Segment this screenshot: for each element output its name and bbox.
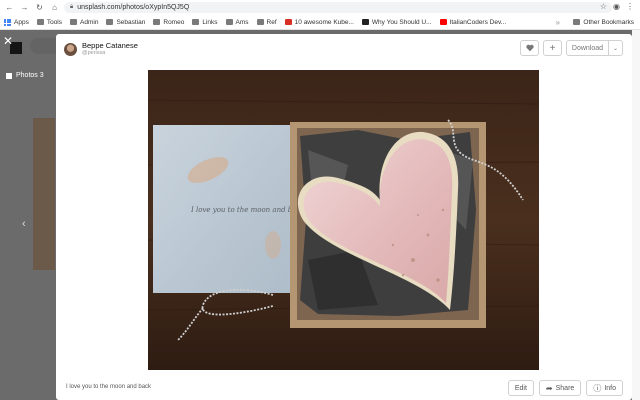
lock-icon: 🔒︎	[70, 4, 74, 10]
bookmark-label: Romeo	[163, 18, 185, 26]
photo-illustration: I love you to the moon and back	[148, 70, 539, 370]
bookmarks-overflow[interactable]: »	[556, 18, 560, 27]
bookmark-item[interactable]: ItalianCoders Dev...	[439, 18, 507, 26]
folder-icon	[106, 19, 114, 25]
bookmark-item[interactable]: Ref	[256, 18, 277, 26]
bookmark-item[interactable]: 10 awesome Kube...	[284, 18, 354, 26]
other-bookmarks[interactable]: Other Bookmarks	[573, 19, 634, 26]
avatar[interactable]	[64, 42, 77, 56]
edit-label: Edit	[514, 384, 527, 392]
home-icon[interactable]: ⌂	[49, 2, 60, 13]
share-button[interactable]: ➦ Share	[538, 380, 582, 396]
bookmark-label: 10 awesome Kube...	[294, 18, 354, 26]
url-text: unsplash.com/photos/oXypIn5QJ5Q	[77, 4, 190, 11]
scrollbar-track[interactable]	[632, 30, 640, 400]
apps-grid-icon	[4, 18, 11, 26]
bookmark-item[interactable]: Links	[192, 18, 218, 26]
bookmarks-bar: Apps Tools Admin Sebastian Romeo Links Ams Ref 1…	[0, 15, 640, 30]
author-name[interactable]: Beppe Catanese	[82, 41, 138, 50]
folder-icon	[153, 19, 161, 25]
author-info[interactable]: Beppe Catanese @perissa	[64, 41, 138, 57]
bookmark-label: Why You Should U...	[371, 18, 432, 26]
photo-actions: + Download ⌄	[520, 40, 623, 56]
other-bookmarks-label: Other Bookmarks	[583, 18, 634, 26]
youtube-icon	[439, 19, 447, 25]
author-handle: @perissa	[82, 50, 106, 56]
footer-actions: Edit ➦ Share ⓘ Info	[507, 380, 623, 396]
folder-icon	[225, 19, 233, 25]
bookmark-item[interactable]: Apps	[4, 18, 29, 26]
edit-button[interactable]: Edit	[507, 380, 534, 396]
folder-icon	[256, 19, 264, 25]
plus-icon: +	[549, 42, 556, 54]
bookmark-item[interactable]: Sebastian	[106, 19, 145, 26]
share-label: Share	[555, 384, 575, 392]
download-button[interactable]: Download	[566, 40, 608, 56]
folder-icon	[573, 19, 581, 25]
photo-modal: Beppe Catanese @perissa + Download ⌄ I l…	[56, 34, 632, 400]
like-button[interactable]	[520, 40, 539, 56]
card-text: I love you to the moon and back	[190, 206, 305, 214]
bookmark-item[interactable]: Romeo	[153, 19, 184, 26]
photos-icon	[6, 72, 12, 79]
bookmark-item[interactable]: Tools	[36, 18, 63, 26]
bookmark-item[interactable]: Admin	[70, 19, 98, 26]
folder-icon	[70, 19, 78, 25]
browser-toolbar: ← → ↻ ⌂ 🔒︎ unsplash.com/photos/oXypIn5QJ…	[0, 0, 640, 15]
favicon-icon	[284, 19, 292, 25]
bookmark-label: Admin	[80, 18, 99, 26]
previous-arrow-icon[interactable]: ‹	[22, 218, 26, 230]
reload-icon[interactable]: ↻	[34, 2, 45, 13]
menu-icon[interactable]: ⋮	[626, 2, 634, 11]
background-thumbnail	[33, 118, 55, 270]
heart-icon	[525, 44, 534, 52]
bookmark-label: Links	[202, 18, 218, 26]
account-icon[interactable]: ◉	[613, 2, 620, 11]
info-icon: ⓘ	[593, 383, 602, 393]
close-icon[interactable]: ✕	[3, 35, 13, 47]
photos-tab-label: Photos 3	[16, 72, 44, 79]
back-icon[interactable]: ←	[4, 2, 15, 13]
chevron-down-icon: ⌄	[612, 45, 619, 52]
address-bar[interactable]: 🔒︎ unsplash.com/photos/oXypIn5QJ5Q	[64, 2, 612, 13]
forward-icon[interactable]: →	[19, 2, 30, 13]
main-photo[interactable]: I love you to the moon and back	[148, 70, 539, 370]
bookmark-label: ItalianCoders Dev...	[449, 18, 507, 26]
favicon-icon	[361, 19, 369, 25]
bookmark-label: Apps	[14, 18, 29, 26]
folder-icon	[192, 19, 200, 25]
add-to-collection-button[interactable]: +	[543, 40, 562, 56]
info-button[interactable]: ⓘ Info	[586, 380, 623, 396]
star-icon[interactable]: ☆	[600, 2, 607, 11]
bookmark-label: Ref	[266, 18, 277, 26]
bookmark-item[interactable]: Why You Should U...	[361, 18, 432, 26]
folder-icon	[36, 19, 44, 25]
photos-tab: Photos 3	[6, 72, 44, 79]
bookmark-label: Tools	[46, 18, 63, 26]
bookmark-item[interactable]: Ams	[225, 18, 249, 26]
share-icon: ➦	[545, 383, 553, 393]
bookmark-label: Sebastian	[116, 18, 146, 26]
bookmark-label: Ams	[235, 18, 249, 26]
info-label: Info	[604, 384, 616, 392]
download-options-button[interactable]: ⌄	[608, 40, 623, 56]
greeting-card: I love you to the moon and back	[153, 125, 305, 293]
photo-caption: I love you to the moon and back	[66, 384, 152, 390]
